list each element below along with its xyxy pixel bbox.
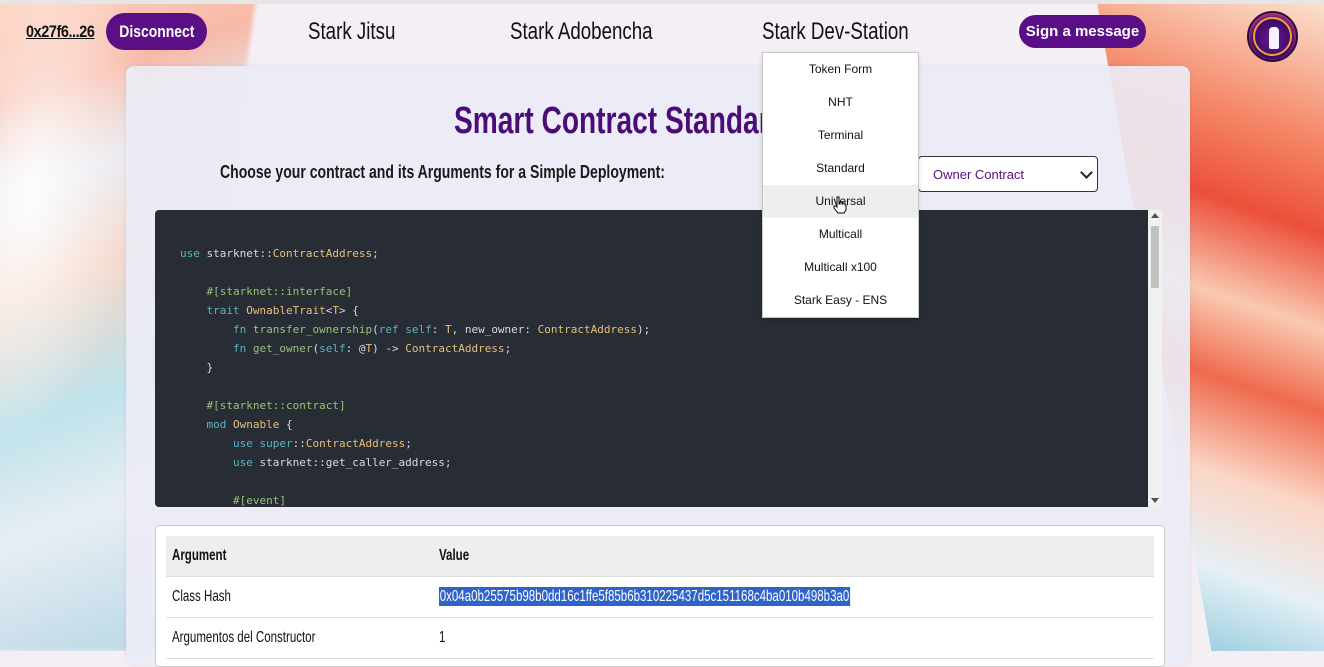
code-line: #[starknet::contract] [180,399,346,412]
menu-item-nht[interactable]: NHT [763,86,918,119]
menu-item-multicall[interactable]: Multicall [763,218,918,251]
header-value: Value [439,547,470,564]
row-argument: Argumentos del Constructor [172,629,316,646]
dev-station-dropdown-menu: Token Form NHT Terminal Standard Univers… [762,52,919,318]
menu-item-stark-easy-ens[interactable]: Stark Easy - ENS [763,284,918,317]
code-line: use super::ContractAddress; [232,437,412,450]
code-line: use starknet::ContractAddress; [180,247,379,260]
code-line: } [180,361,214,374]
row-argument: Class Hash [172,588,231,605]
sign-message-button[interactable]: Sign a message [1019,15,1146,48]
code-line: #[event] [180,494,286,507]
code-line: fn transfer_ownership(ref self: T, new_o… [232,323,651,336]
stark-easy-logo-icon[interactable] [1247,11,1298,62]
row-value[interactable]: 1 [439,629,445,647]
code-line: use starknet::get_caller_address; [232,456,452,469]
menu-item-multicall-x100[interactable]: Multicall x100 [763,251,918,284]
wallet-address-link[interactable]: 0x27f6...26 [26,22,95,42]
contract-select[interactable]: Owner Contract [918,156,1098,192]
code-line: fn get_owner(self: @T) -> ContractAddres… [232,342,512,355]
code-line: #[starknet::interface] [180,285,353,298]
code-scrollbar[interactable] [1148,210,1162,507]
class-hash-value[interactable]: 0x04a0b25575b98b0dd16c1ffe5f85b6b3102254… [439,587,851,606]
code-editor[interactable]: use starknet::ContractAddress; #[starkne… [155,210,1148,507]
disconnect-button[interactable]: Disconnect [106,13,207,50]
chevron-down-icon [1080,166,1093,179]
arguments-table: Argument Value Class Hash 0x04a0b25575b9… [155,525,1165,667]
scroll-up-arrow-icon[interactable] [1151,213,1159,218]
choose-contract-label: Choose your contract and its Arguments f… [220,162,665,182]
nav-stark-dev-station[interactable]: Stark Dev-Station [762,18,909,46]
code-line: mod Ownable { [206,418,293,431]
nav-stark-jitsu[interactable]: Stark Jitsu [308,18,395,46]
scroll-down-arrow-icon[interactable] [1151,498,1159,503]
table-row: Argumentos del Constructor 1 [166,618,1154,659]
logo-figure [1269,27,1279,49]
row-value[interactable]: 0x04a0b25575b98b0dd16c1ffe5f85b6b3102254… [439,587,851,606]
code-content: use starknet::ContractAddress; #[starkne… [180,244,650,507]
nav-stark-adobencha[interactable]: Stark Adobencha [510,18,653,46]
menu-item-standard[interactable]: Standard [763,152,918,185]
table-row: Class Hash 0x04a0b25575b98b0dd16c1ffe5f8… [166,577,1154,618]
menu-item-terminal[interactable]: Terminal [763,119,918,152]
code-line: trait OwnableTrait<T> { [206,304,359,317]
table-header-row: Argument Value [166,536,1154,577]
scroll-thumb[interactable] [1151,226,1159,288]
page-title: Smart Contract Standard [454,100,787,142]
menu-item-token-form[interactable]: Token Form [763,53,918,86]
contract-select-value: Owner Contract [933,166,1025,182]
header-argument: Argument [172,547,227,564]
top-navbar: 0x27f6...26 Disconnect Stark Jitsu Stark… [0,4,1324,62]
hand-pointer-cursor-icon [833,196,847,214]
